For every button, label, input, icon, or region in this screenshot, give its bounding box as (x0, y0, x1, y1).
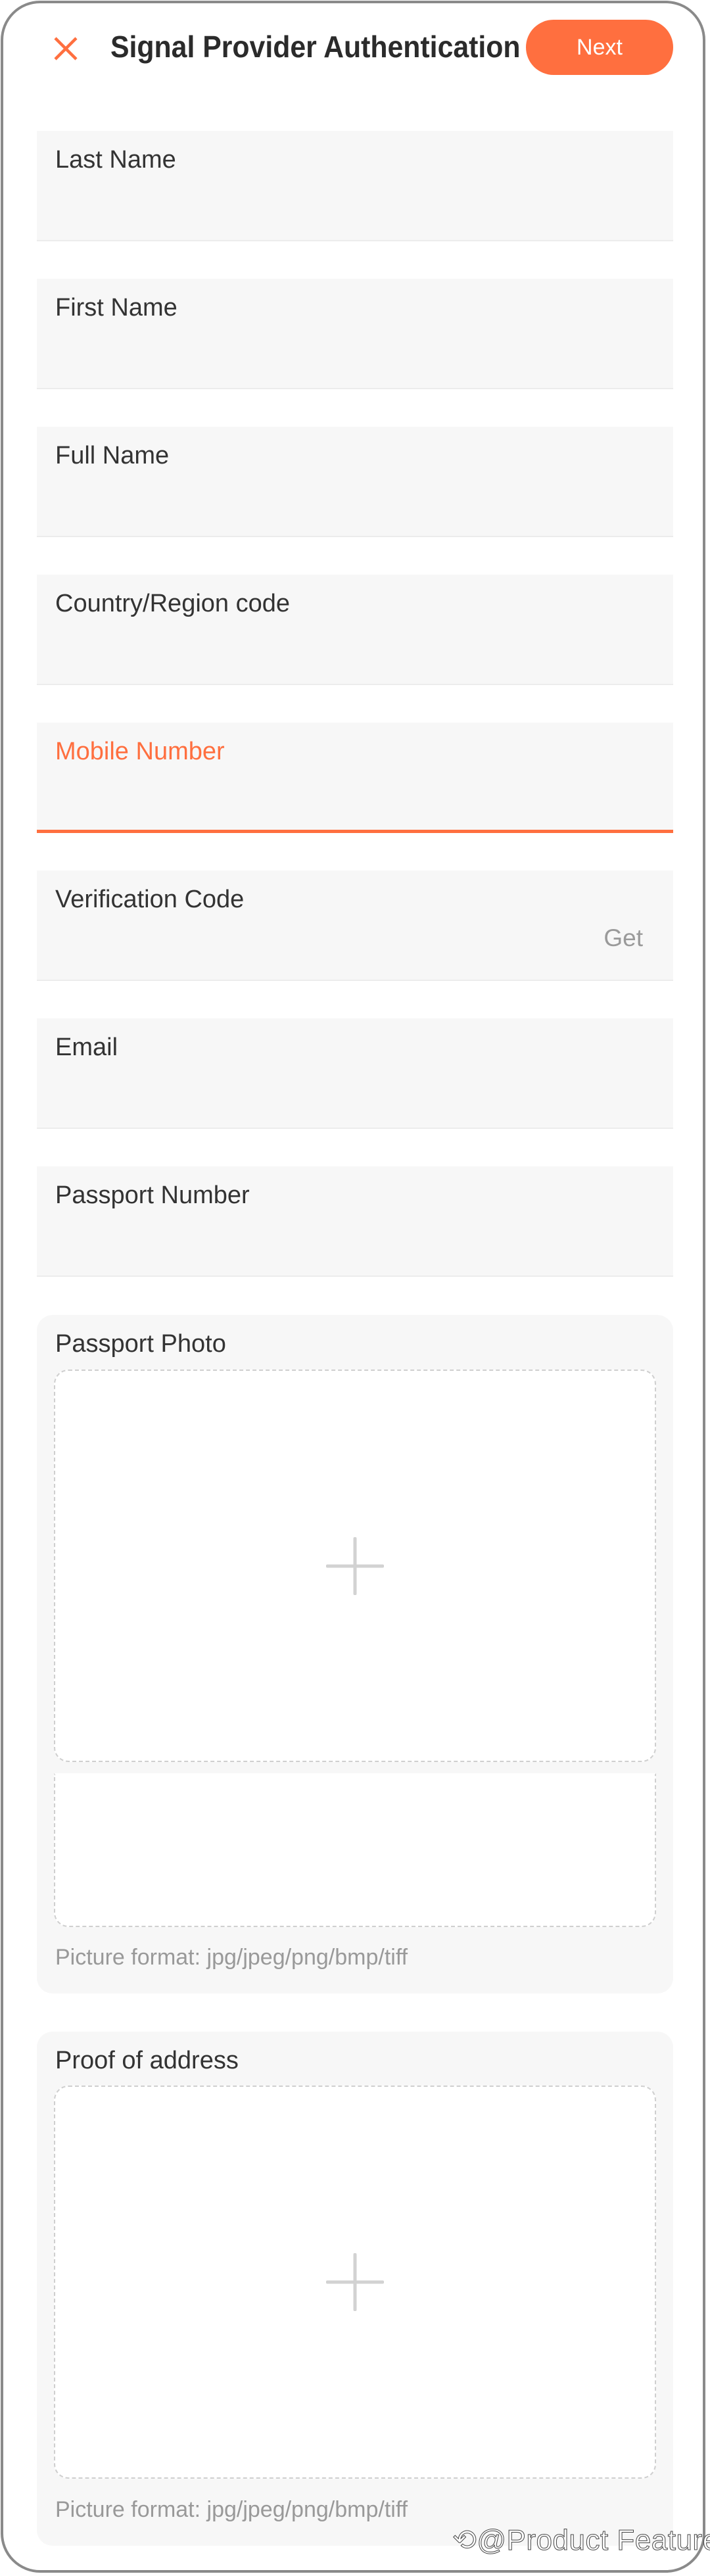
mobile-number-field[interactable]: Mobile Number (37, 723, 673, 833)
field-label: Verification Code (55, 886, 245, 913)
plus-icon (326, 1537, 384, 1595)
email-input[interactable] (55, 1078, 655, 1116)
country-region-code-input[interactable] (55, 634, 655, 672)
format-hint: Picture format: jpg/jpeg/png/bmp/tiff (55, 1945, 408, 1970)
field-label: Mobile Number (55, 738, 225, 765)
field-label: Last Name (55, 146, 176, 174)
passport-number-field[interactable]: Passport Number (37, 1166, 673, 1277)
last-name-input[interactable] (55, 190, 655, 228)
section-label: Proof of address (55, 2047, 239, 2074)
full-name-field[interactable]: Full Name (37, 427, 673, 537)
plus-icon (326, 2253, 384, 2311)
country-region-code-field[interactable]: Country/Region code (37, 575, 673, 685)
next-button[interactable]: Next (526, 20, 673, 75)
field-label: First Name (55, 294, 178, 322)
watermark: ⟲@Product Features (452, 2523, 710, 2557)
close-button[interactable] (49, 32, 83, 66)
full-name-input[interactable] (55, 486, 655, 524)
field-label: Country/Region code (55, 590, 290, 617)
verification-code-field[interactable]: Verification Code Get (37, 871, 673, 981)
mobile-number-input[interactable] (55, 780, 655, 818)
watermark-logo-icon: ⟲ (452, 2524, 477, 2557)
field-label: Email (55, 1034, 118, 1061)
field-label: Full Name (55, 442, 170, 469)
first-name-field[interactable]: First Name (37, 279, 673, 389)
passport-number-input[interactable] (55, 1226, 655, 1264)
watermark-text: @Product Features (477, 2524, 710, 2557)
page-title: Signal Provider Authentication (110, 30, 521, 64)
proof-of-address-upload[interactable] (54, 2086, 656, 2479)
last-name-field[interactable]: Last Name (37, 131, 673, 241)
proof-of-address-section: Proof of address Picture format: jpg/jpe… (37, 2032, 673, 2546)
first-name-input[interactable] (55, 338, 655, 376)
format-hint: Picture format: jpg/jpeg/png/bmp/tiff (55, 2497, 408, 2522)
verification-code-input[interactable] (55, 930, 568, 968)
section-label: Passport Photo (55, 1330, 226, 1358)
close-icon (54, 37, 78, 60)
passport-photo-section: Passport Photo Picture format: jpg/jpeg/… (37, 1315, 673, 1993)
passport-photo-upload[interactable] (54, 1370, 656, 1762)
field-label: Passport Number (55, 1181, 250, 1209)
get-code-button[interactable]: Get (604, 924, 643, 952)
email-field[interactable]: Email (37, 1018, 673, 1129)
passport-photo-upload-secondary[interactable] (54, 1773, 656, 1927)
